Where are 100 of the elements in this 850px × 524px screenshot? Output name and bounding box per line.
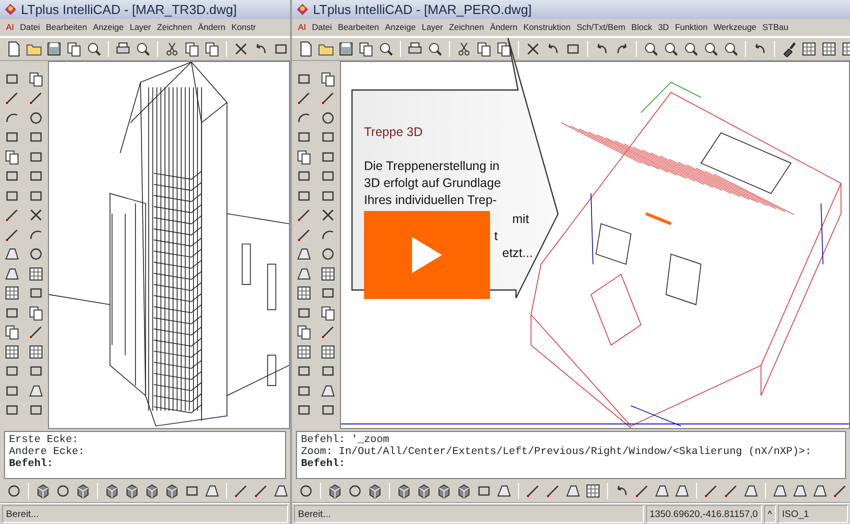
magnifier-icon[interactable] bbox=[703, 41, 719, 57]
circle-icon[interactable] bbox=[6, 482, 22, 498]
menu-item[interactable]: AI bbox=[295, 21, 310, 34]
line-icon[interactable] bbox=[233, 482, 249, 498]
shape-icon[interactable] bbox=[296, 266, 312, 282]
shape-icon[interactable] bbox=[496, 482, 512, 498]
line-icon[interactable] bbox=[253, 482, 269, 498]
shape-icon[interactable] bbox=[772, 482, 788, 498]
menu-item[interactable]: Ändern bbox=[194, 21, 228, 34]
cross-icon[interactable] bbox=[525, 41, 541, 57]
grid-icon[interactable] bbox=[320, 344, 336, 360]
line-icon[interactable] bbox=[320, 90, 336, 106]
magnifier-icon[interactable] bbox=[135, 41, 151, 57]
line-icon[interactable] bbox=[723, 482, 739, 498]
cube-icon[interactable] bbox=[416, 482, 432, 498]
shape-icon[interactable] bbox=[204, 482, 220, 498]
copy-icon[interactable] bbox=[320, 304, 336, 321]
menu-item[interactable]: STBau bbox=[759, 21, 792, 34]
shape-icon[interactable] bbox=[273, 482, 289, 498]
circle-icon[interactable] bbox=[298, 482, 314, 498]
magnifier-icon[interactable] bbox=[663, 41, 679, 57]
menu-item[interactable]: Layer bbox=[418, 21, 446, 34]
menu-item[interactable]: Block bbox=[628, 21, 656, 34]
menu-item[interactable]: Funktion bbox=[672, 21, 711, 34]
grid-icon[interactable] bbox=[28, 266, 44, 282]
shape-icon[interactable] bbox=[4, 246, 20, 262]
magnifier-icon[interactable] bbox=[86, 41, 102, 57]
grid-icon[interactable] bbox=[585, 482, 601, 498]
scissors-icon[interactable] bbox=[456, 41, 472, 57]
menu-item[interactable]: Konstr bbox=[228, 21, 259, 34]
scissors-icon[interactable] bbox=[164, 41, 180, 57]
magnifier-icon[interactable] bbox=[723, 41, 739, 57]
line-icon[interactable] bbox=[4, 207, 20, 224]
magnifier-icon[interactable] bbox=[643, 41, 659, 57]
copy-icon[interactable] bbox=[320, 70, 336, 87]
cross-icon[interactable] bbox=[320, 207, 336, 224]
cube-icon[interactable] bbox=[35, 482, 51, 498]
magnifier-icon[interactable] bbox=[683, 41, 699, 57]
cube-icon[interactable] bbox=[75, 482, 91, 498]
line-icon[interactable] bbox=[545, 482, 561, 498]
menu-item[interactable]: Anzeige bbox=[90, 21, 127, 34]
line-icon[interactable] bbox=[525, 482, 541, 498]
grid-icon[interactable] bbox=[296, 344, 312, 360]
copy-icon[interactable] bbox=[296, 148, 312, 165]
shape-icon[interactable] bbox=[674, 482, 690, 498]
cube-icon[interactable] bbox=[396, 482, 412, 498]
circle-icon[interactable] bbox=[320, 246, 336, 262]
shape-icon[interactable] bbox=[792, 482, 808, 498]
copy-icon[interactable] bbox=[184, 41, 200, 57]
line-icon[interactable] bbox=[703, 482, 719, 498]
grid-icon[interactable] bbox=[28, 344, 44, 360]
cube-icon[interactable] bbox=[104, 482, 120, 498]
shape-icon[interactable] bbox=[743, 482, 759, 498]
shape-icon[interactable] bbox=[565, 482, 581, 498]
copy-icon[interactable] bbox=[28, 70, 44, 87]
line-icon[interactable] bbox=[28, 324, 44, 340]
menu-item[interactable]: Datei bbox=[17, 21, 43, 34]
menu-item[interactable]: Bearbeiten bbox=[334, 21, 382, 34]
shape-icon[interactable] bbox=[4, 266, 20, 282]
cross-icon[interactable] bbox=[28, 207, 44, 224]
grid-icon[interactable] bbox=[4, 344, 20, 360]
menu-item[interactable]: Bearbeiten bbox=[42, 21, 90, 34]
shape-icon[interactable] bbox=[28, 382, 44, 399]
line-icon[interactable] bbox=[320, 324, 336, 340]
caret-button[interactable]: ^ bbox=[764, 505, 776, 523]
cube-icon[interactable] bbox=[456, 482, 472, 498]
circle-icon[interactable] bbox=[55, 482, 71, 498]
document-icon[interactable] bbox=[298, 41, 314, 57]
line-icon[interactable] bbox=[296, 90, 312, 106]
menu-item[interactable]: AI bbox=[3, 21, 18, 34]
circle-icon[interactable] bbox=[28, 110, 44, 126]
cube-icon[interactable] bbox=[144, 482, 160, 498]
menu-item[interactable]: Konstruktion bbox=[520, 21, 574, 34]
menu-item[interactable]: Zeichnen bbox=[154, 21, 195, 34]
cube-icon[interactable] bbox=[367, 482, 383, 498]
menu-item[interactable]: Werkzeuge bbox=[710, 21, 760, 34]
brush-icon[interactable] bbox=[781, 41, 797, 57]
copy-icon[interactable] bbox=[476, 41, 492, 57]
magnifier-icon[interactable] bbox=[427, 41, 443, 57]
copy-icon[interactable] bbox=[358, 41, 374, 57]
copy-icon[interactable] bbox=[204, 41, 220, 57]
copy-icon[interactable] bbox=[66, 41, 82, 57]
menu-item[interactable]: Ändern bbox=[486, 21, 520, 34]
grid-icon[interactable] bbox=[801, 41, 817, 57]
copy-icon[interactable] bbox=[4, 324, 20, 340]
magnifier-icon[interactable] bbox=[378, 41, 394, 57]
line-icon[interactable] bbox=[634, 482, 650, 498]
copy-icon[interactable] bbox=[28, 304, 44, 321]
line-icon[interactable] bbox=[296, 207, 312, 224]
grid-icon[interactable] bbox=[296, 285, 312, 302]
shape-icon[interactable] bbox=[654, 482, 670, 498]
grid-icon[interactable] bbox=[320, 266, 336, 282]
menu-item[interactable]: 3D bbox=[655, 21, 672, 34]
line-icon[interactable] bbox=[28, 90, 44, 106]
cube-icon[interactable] bbox=[124, 482, 140, 498]
shape-icon[interactable] bbox=[296, 246, 312, 262]
copy-icon[interactable] bbox=[296, 324, 312, 340]
shape-icon[interactable] bbox=[812, 482, 828, 498]
circle-icon[interactable] bbox=[320, 110, 336, 126]
line-icon[interactable] bbox=[4, 226, 20, 243]
